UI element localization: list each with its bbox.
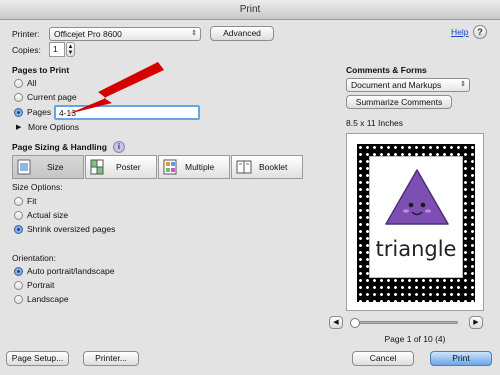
page-slider-track[interactable] [352,321,458,324]
size-options-label: Size Options: [12,182,63,192]
copies-label: Copies: [12,45,41,55]
printer-button[interactable]: Printer... [83,351,139,366]
copies-stepper[interactable]: ▲ ▼ [66,42,75,57]
print-button[interactable]: Print [430,351,492,366]
preview-word: triangle [375,237,457,261]
copies-input[interactable]: 1 [49,42,65,57]
tab-size-label: Size [47,162,64,172]
title-bar: Print [0,0,500,20]
red-arrow-icon [68,62,164,114]
radio-all[interactable] [14,79,23,88]
help-link[interactable]: Help [451,27,468,38]
tab-size[interactable]: Size [12,155,84,179]
radio-shrink-oversized-label: Shrink oversized pages [27,224,116,234]
triangle-character-icon [385,169,449,225]
page-setup-button[interactable]: Page Setup... [6,351,69,366]
size-icon [17,159,31,175]
tab-multiple[interactable]: Multiple [158,155,230,179]
page-status: Page 1 of 10 (4) [384,334,446,344]
poster-icon [90,159,104,175]
tab-booklet-label: Booklet [259,162,288,172]
polka-dot-border: triangle [357,144,475,302]
help-question-icon[interactable]: ? [473,25,487,39]
print-preview: triangle [346,133,484,311]
radio-shrink-oversized[interactable] [14,225,23,234]
comments-forms-select[interactable]: Document and Markups ⇕ [346,78,470,92]
radio-pages-label: Pages [27,107,52,117]
updown-arrows-icon: ⇕ [460,81,466,88]
comments-forms-heading: Comments & Forms [346,65,427,75]
updown-arrows-icon: ⇕ [191,30,197,37]
printer-label: Printer: [12,29,40,39]
radio-actual-size[interactable] [14,211,23,220]
previous-page-button[interactable]: ◀ [329,316,343,329]
booklet-icon [236,159,252,175]
radio-landscape-label: Landscape [27,294,69,304]
tab-multiple-label: Multiple [185,162,215,172]
cancel-button[interactable]: Cancel [352,351,414,366]
pages-to-print-heading: Pages to Print [12,65,70,75]
next-page-button[interactable]: ▶ [469,316,483,329]
radio-fit[interactable] [14,197,23,206]
radio-actual-size-label: Actual size [27,210,69,220]
summarize-comments-button[interactable]: Summarize Comments [346,95,452,109]
tab-booklet[interactable]: Booklet [231,155,303,179]
radio-auto-orientation-label: Auto portrait/landscape [27,266,115,276]
disclosure-triangle-icon[interactable]: ▶ [16,122,21,133]
radio-portrait[interactable] [14,281,23,290]
tab-poster[interactable]: Poster [85,155,157,179]
advanced-button[interactable]: Advanced [210,26,274,41]
paper-size-label: 8.5 x 11 Inches [346,118,404,128]
page-slider-handle[interactable] [350,318,360,328]
tab-poster-label: Poster [116,162,141,172]
info-icon[interactable]: i [113,141,125,153]
radio-pages[interactable] [14,108,23,117]
window-title: Print [239,4,261,15]
page-sizing-heading: Page Sizing & Handling [12,142,107,152]
radio-landscape[interactable] [14,295,23,304]
radio-auto-orientation[interactable] [14,267,23,276]
preview-page-card: triangle [369,156,463,278]
comments-forms-value: Document and Markups [351,80,442,90]
radio-portrait-label: Portrait [27,280,55,290]
printer-select-value: Officejet Pro 8600 [54,29,122,39]
more-options-label[interactable]: More Options [28,122,79,133]
orientation-label: Orientation: [12,253,56,263]
printer-select[interactable]: Officejet Pro 8600 ⇕ [49,27,201,41]
multiple-icon [163,159,177,175]
radio-all-label: All [27,78,37,88]
radio-fit-label: Fit [27,196,37,206]
radio-current-page[interactable] [14,93,23,102]
